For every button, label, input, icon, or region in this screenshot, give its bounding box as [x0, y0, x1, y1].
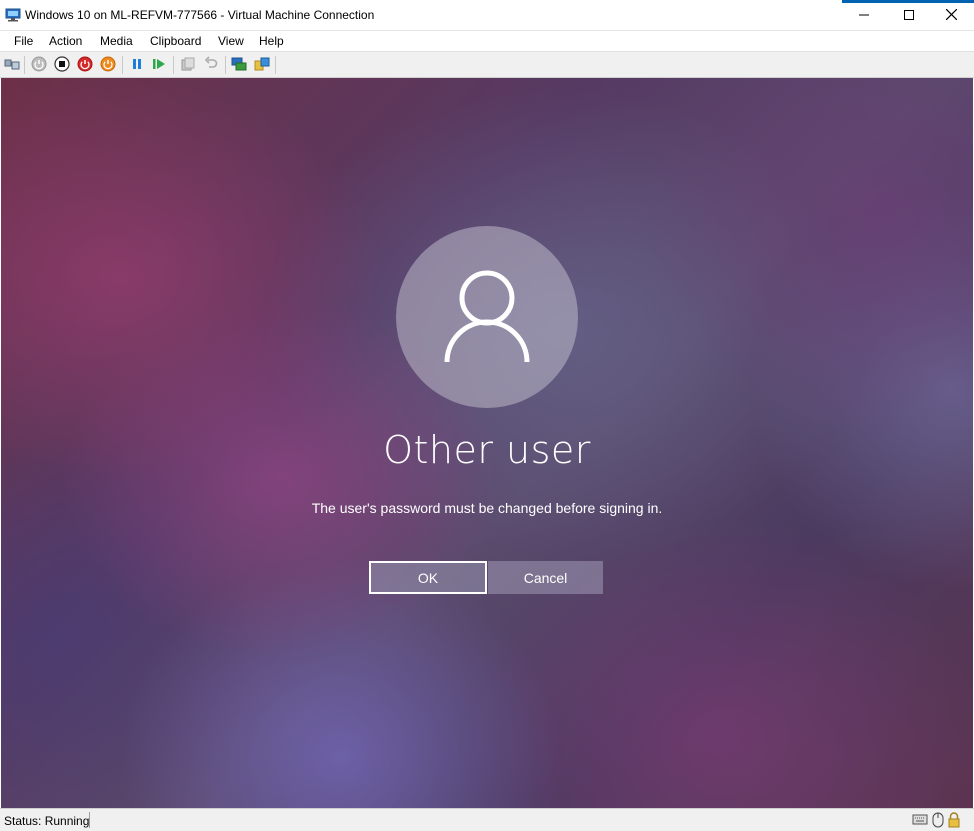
- save-button[interactable]: [100, 56, 116, 75]
- user-icon: [442, 266, 532, 369]
- revert-button[interactable]: [203, 55, 219, 75]
- vm-connection-icon: [5, 8, 21, 25]
- menu-help[interactable]: Help: [259, 34, 284, 48]
- menu-clipboard[interactable]: Clipboard: [150, 34, 201, 48]
- ctrl-alt-del-icon: [4, 56, 20, 75]
- menu-media[interactable]: Media: [100, 34, 133, 48]
- turn-off-button[interactable]: [54, 55, 70, 75]
- checkpoint-icon: [180, 56, 196, 75]
- toolbar-separator: [24, 56, 25, 74]
- menu-bar: File Action Media Clipboard View Help: [0, 31, 974, 51]
- menu-action[interactable]: Action: [49, 34, 82, 48]
- menu-view[interactable]: View: [218, 34, 244, 48]
- resume-button[interactable]: [151, 57, 167, 73]
- maximize-button[interactable]: [886, 0, 932, 31]
- share-icon: [254, 56, 270, 75]
- status-bar: Status: Running: [0, 808, 974, 831]
- close-button[interactable]: [928, 0, 974, 31]
- mouse-icon: [932, 812, 944, 831]
- cancel-button[interactable]: Cancel: [488, 561, 603, 594]
- shut-down-button[interactable]: [77, 56, 93, 75]
- toolbar-separator: [225, 56, 226, 74]
- close-icon: [945, 8, 957, 23]
- pause-icon: [129, 56, 145, 75]
- status-text: Status: Running: [4, 814, 90, 828]
- shut-down-icon: [77, 56, 93, 75]
- resume-icon: [151, 56, 167, 75]
- toolbar-separator: [122, 56, 123, 74]
- turn-off-icon: [54, 55, 70, 75]
- ctrl-alt-del-button[interactable]: [4, 57, 20, 73]
- maximize-icon: [904, 9, 914, 23]
- toolbar-separator: [275, 56, 276, 74]
- share-button[interactable]: [254, 57, 270, 73]
- toolbar-separator: [173, 56, 174, 74]
- menu-file[interactable]: File: [14, 34, 33, 48]
- keyboard-icon: [912, 812, 928, 829]
- password-change-message: The user's password must be changed befo…: [311, 500, 663, 516]
- start-button[interactable]: [31, 56, 47, 75]
- enhanced-session-button[interactable]: [231, 57, 247, 73]
- checkpoint-button[interactable]: [180, 57, 196, 73]
- enhanced-session-icon: [231, 56, 247, 75]
- title-bar: Windows 10 on ML-REFVM-777566 - Virtual …: [0, 0, 974, 31]
- lock-icon: [947, 812, 961, 831]
- start-icon: [31, 56, 47, 75]
- save-icon: [100, 56, 116, 75]
- vm-display[interactable]: Other user The user's password must be c…: [1, 78, 973, 808]
- user-name: Other user: [383, 428, 591, 472]
- pause-button[interactable]: [129, 57, 145, 73]
- toolbar: [0, 51, 974, 78]
- ok-button[interactable]: OK: [369, 561, 487, 594]
- minimize-icon: [859, 9, 869, 23]
- window-title: Windows 10 on ML-REFVM-777566 - Virtual …: [25, 8, 375, 22]
- minimize-button[interactable]: [841, 0, 887, 31]
- status-separator: [89, 812, 90, 828]
- revert-icon: [203, 55, 219, 75]
- avatar: [396, 226, 578, 408]
